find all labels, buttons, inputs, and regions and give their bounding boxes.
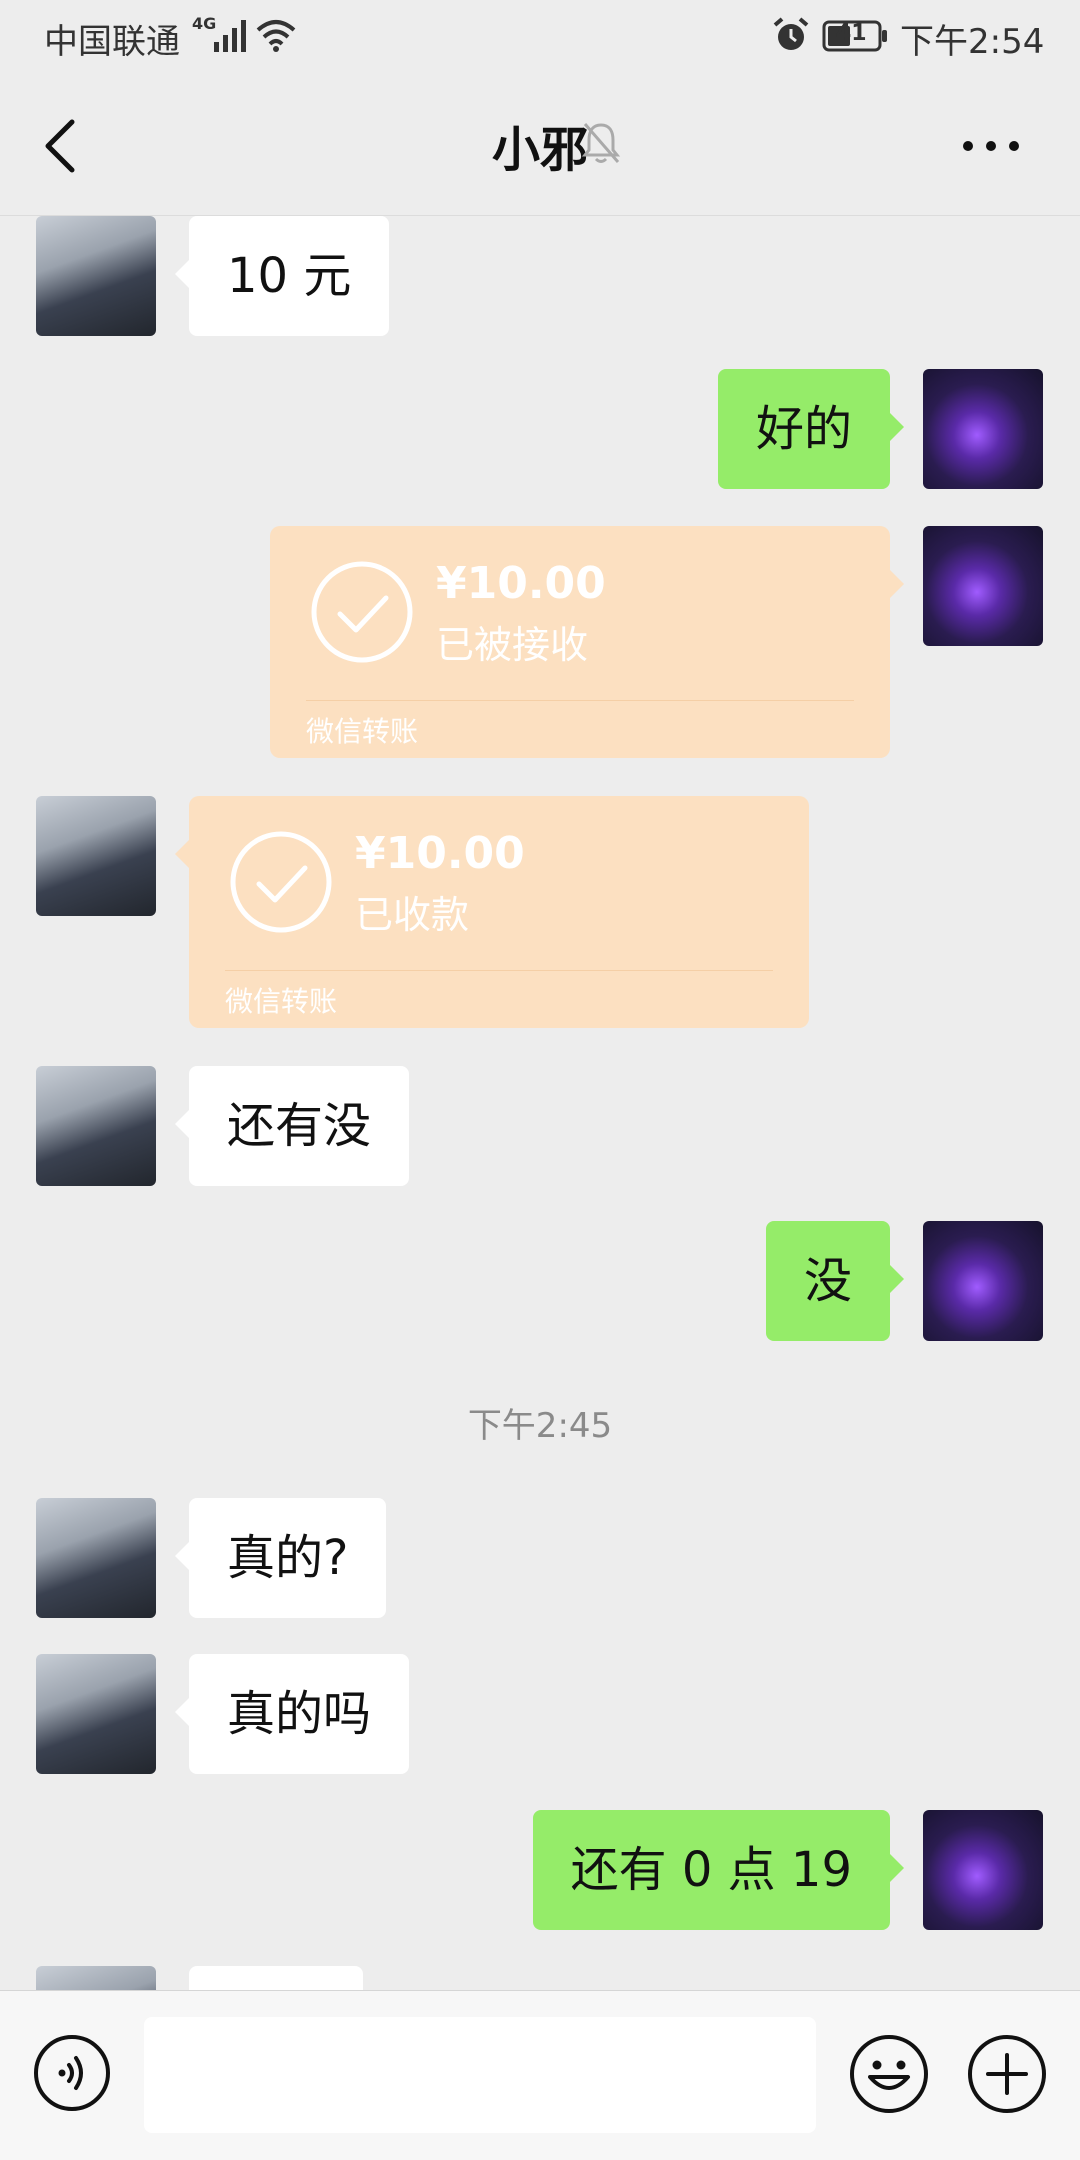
transfer-card[interactable]: ¥10.00 已收款 微信转账 xyxy=(175,796,809,1028)
my-avatar[interactable] xyxy=(923,369,1043,489)
message-bubble-partial[interactable] xyxy=(189,1966,363,1990)
message-bubble[interactable]: 还有 0 点 19 xyxy=(532,1810,905,1930)
transfer-card[interactable]: ¥10.00 已被接收 微信转账 xyxy=(270,526,904,758)
friend-avatar[interactable] xyxy=(36,1498,156,1618)
chat-header: 小邪 xyxy=(0,76,1080,216)
status-bar: 中国联通 4G 41 下午2:54 xyxy=(0,0,1080,76)
my-avatar[interactable] xyxy=(923,1810,1043,1930)
my-avatar[interactable] xyxy=(923,526,1043,646)
message-bubble[interactable]: 10 元 xyxy=(174,216,390,336)
plus-icon[interactable] xyxy=(966,2033,1048,2115)
transfer-status: 已收款 xyxy=(355,893,470,937)
emoji-icon[interactable] xyxy=(848,2033,930,2115)
battery-level: 41 xyxy=(836,21,867,46)
message-bubble[interactable]: 好的 xyxy=(717,369,905,489)
time-divider: 下午2:45 xyxy=(467,1406,613,1446)
transfer-amount: ¥10.00 xyxy=(355,828,525,879)
alarm-icon xyxy=(773,17,809,50)
page-title: 小邪 xyxy=(491,122,588,178)
transfer-divider xyxy=(306,700,854,701)
carrier-name: 中国联通 xyxy=(44,22,180,62)
message-input[interactable] xyxy=(144,2017,816,2133)
chat-area[interactable]: 10 元 好的 ¥10.00 已被接收 微信转账 ¥10.00 已收款 微信转账… xyxy=(0,216,1080,1990)
friend-avatar[interactable] xyxy=(36,1066,156,1186)
message-bubble[interactable]: 没 xyxy=(765,1221,905,1341)
more-icon[interactable] xyxy=(960,126,1022,166)
message-bubble[interactable]: 真的吗 xyxy=(174,1654,410,1774)
friend-avatar[interactable] xyxy=(36,1966,156,1990)
input-bar xyxy=(0,1990,1080,2160)
mute-bell-icon xyxy=(581,123,621,163)
my-avatar[interactable] xyxy=(923,1221,1043,1341)
transfer-label: 微信转账 xyxy=(306,715,419,748)
transfer-status: 已被接收 xyxy=(436,623,589,667)
transfer-divider xyxy=(225,970,773,971)
voice-icon[interactable] xyxy=(32,2033,112,2113)
wifi-icon xyxy=(256,20,296,52)
transfer-amount: ¥10.00 xyxy=(436,558,606,609)
friend-avatar[interactable] xyxy=(36,796,156,916)
signal-icon xyxy=(214,20,246,52)
network-type: 4G xyxy=(192,14,217,33)
message-bubble[interactable]: 还有没 xyxy=(174,1066,410,1186)
friend-avatar[interactable] xyxy=(36,1654,156,1774)
message-bubble[interactable]: 真的? xyxy=(174,1498,387,1618)
check-circle-icon xyxy=(311,561,413,663)
clock: 下午2:54 xyxy=(900,22,1045,62)
transfer-label: 微信转账 xyxy=(225,985,338,1018)
check-circle-icon xyxy=(230,831,332,933)
friend-avatar[interactable] xyxy=(36,216,156,336)
